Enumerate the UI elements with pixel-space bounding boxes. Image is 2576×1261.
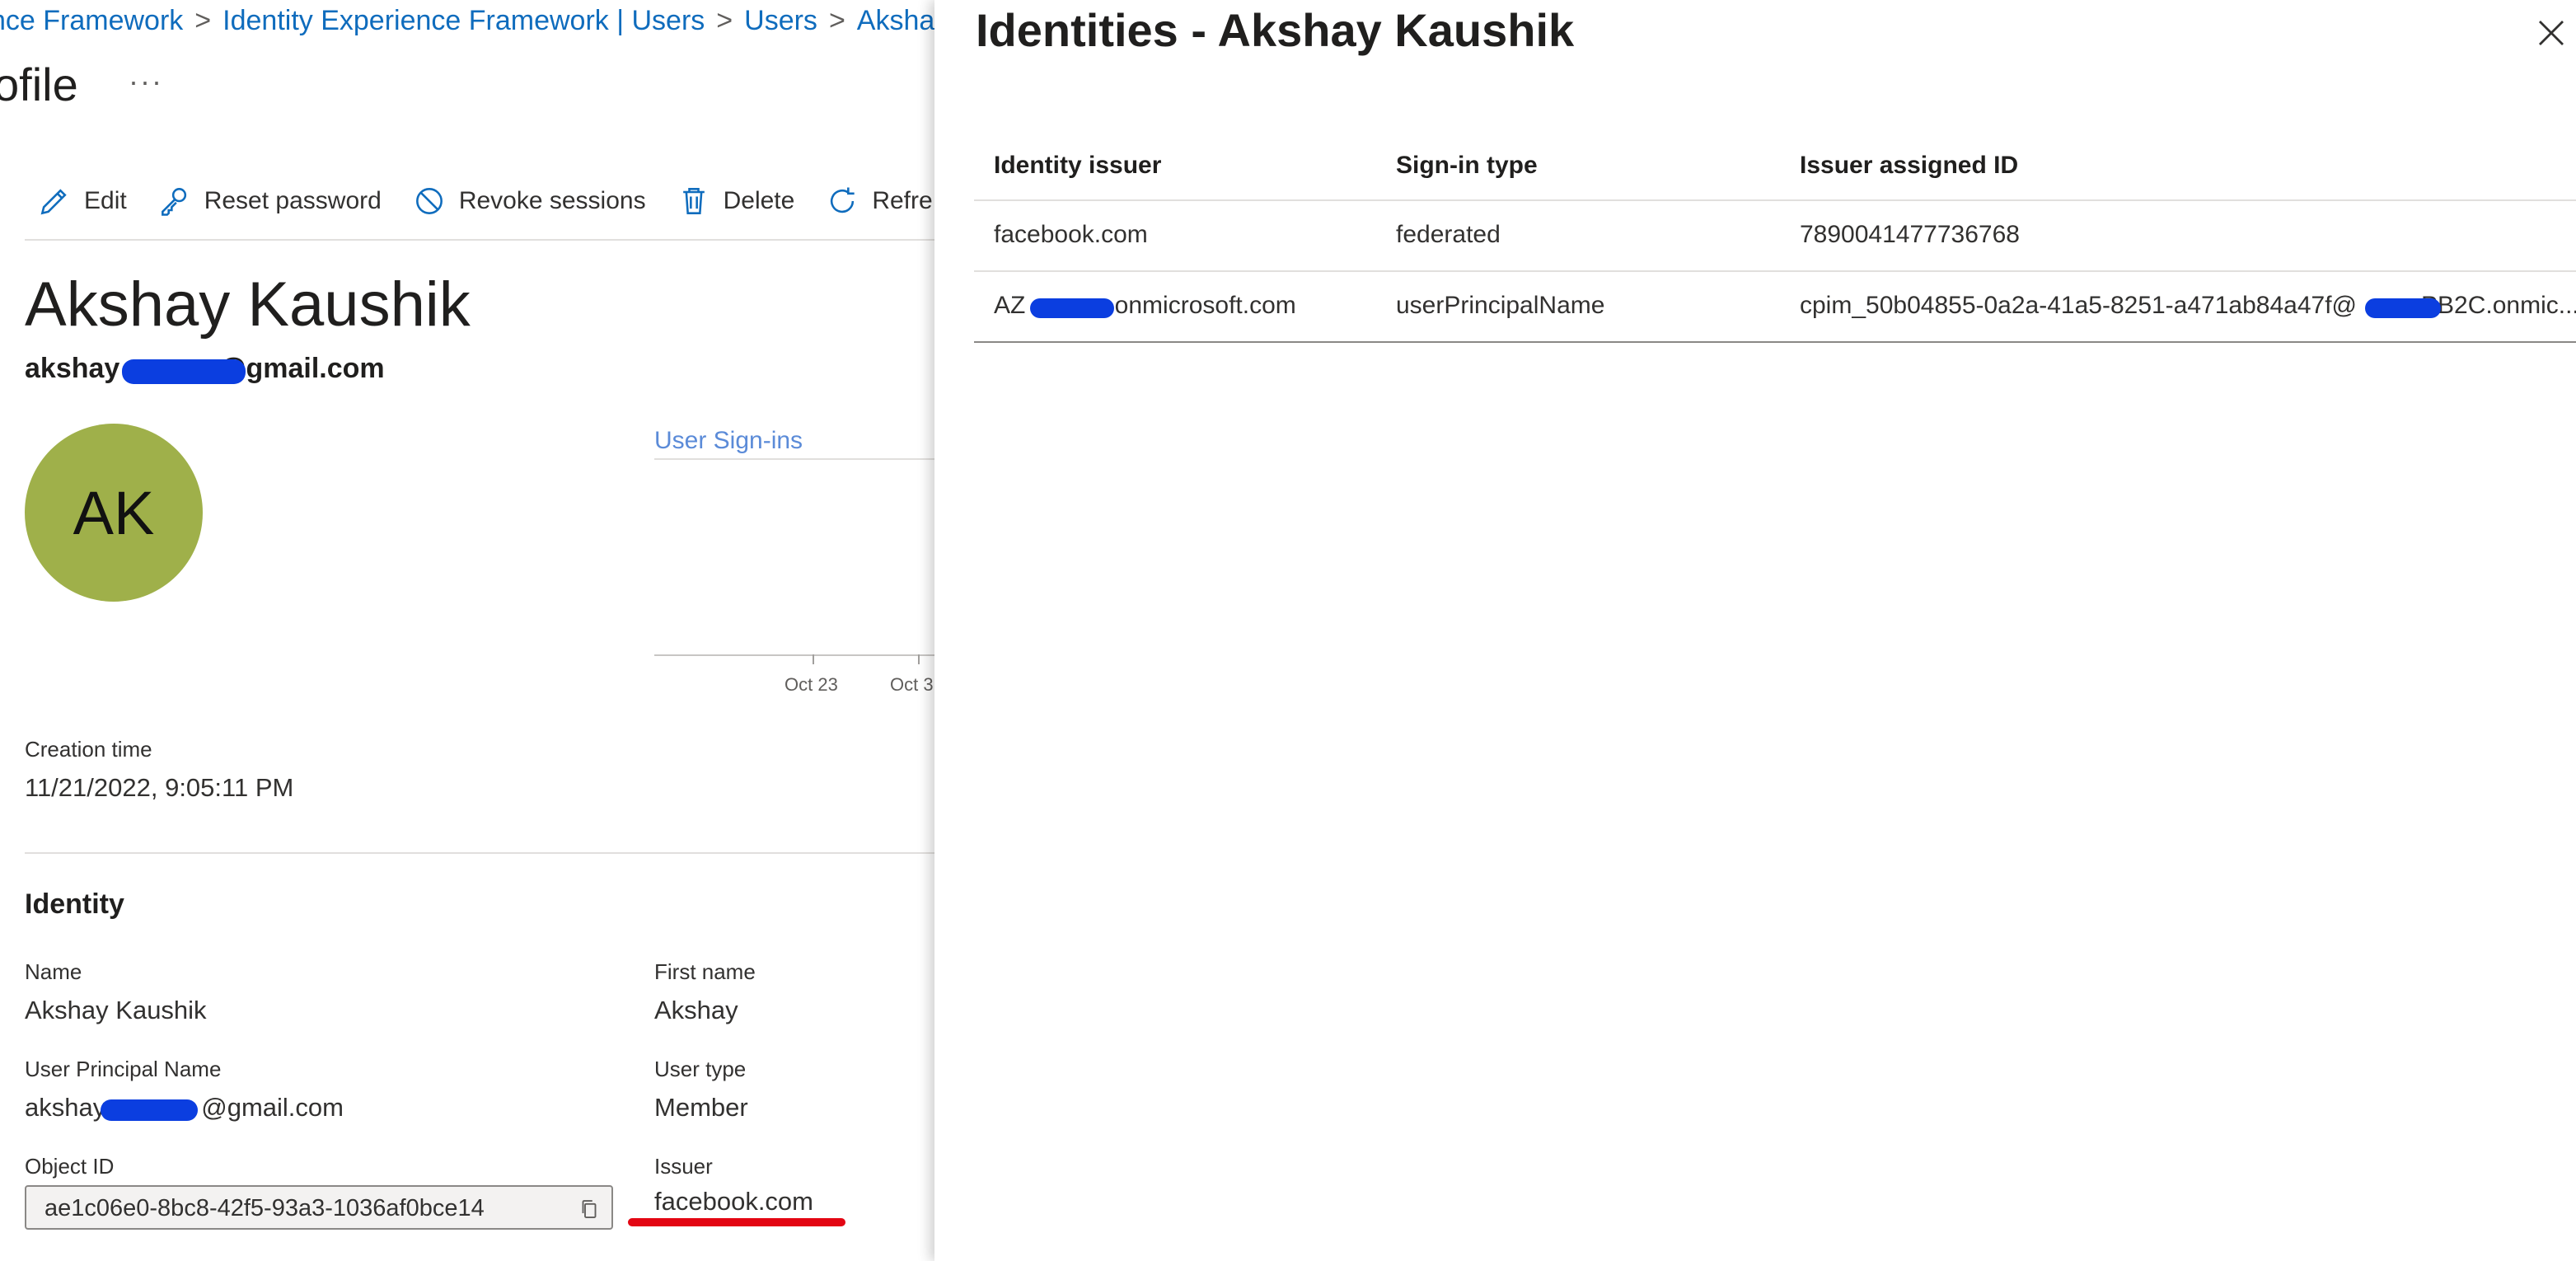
key-icon (161, 188, 186, 216)
breadcrumb-item-ief-users[interactable]: Identity Experience Framework | Users (222, 5, 705, 36)
breadcrumb-item-user[interactable]: Akshay (857, 5, 934, 36)
issuer-assigned-id-value: cpim_50b04855-0a2a-41a5-8251-a471ab84a47… (1800, 292, 2576, 320)
redaction-mark (1030, 298, 1114, 318)
table-row: AZ .onmicrosoft.com userPrincipalName cpi… (974, 271, 2576, 343)
breadcrumb-separator: > (828, 5, 845, 36)
creation-time-value: 11/21/2022, 9:05:11 PM (25, 773, 294, 802)
chart-tick-label: Oct 23 (785, 674, 838, 695)
issuer-link[interactable]: facebook.com (654, 1187, 813, 1216)
column-header-identity-issuer: Identity issuer (974, 140, 1376, 201)
copy-icon[interactable] (577, 1197, 602, 1221)
table-header-row: Identity issuer Sign-in type Issuer assi… (974, 140, 2576, 201)
object-id-value: ae1c06e0-8bc8-42f5-93a3-1036af0bce14 (44, 1195, 485, 1221)
first-name-label: First name (654, 959, 756, 984)
breadcrumb: nce Framework > Identity Experience Framew… (0, 5, 934, 37)
first-name-value: Akshay (654, 996, 738, 1024)
command-bar: Edit Reset password Revoke sessions Dele… (36, 183, 934, 219)
breadcrumb-separator: > (716, 5, 733, 36)
issuer-assigned-id-cell: cpim_50b04855-0a2a-41a5-8251-a471ab84a47… (1780, 271, 2576, 343)
user-email-prefix: akshay (25, 353, 120, 384)
table-row: facebook.com federated 7890041477736768 (974, 200, 2576, 272)
avatar-initials: AK (73, 478, 155, 547)
redaction-mark (2365, 298, 2441, 318)
refresh-icon (831, 187, 855, 213)
object-id-label: Object ID (25, 1154, 115, 1179)
more-options-button[interactable]: ··· (129, 64, 163, 99)
assigned-id-prefix: cpim_50b04855-0a2a-41a5-8251-a471ab84a47… (1800, 292, 2357, 319)
signins-chart-axis (654, 654, 934, 656)
name-label: Name (25, 959, 82, 984)
identity-issuer-cell: facebook.com (974, 200, 1376, 272)
sign-in-type-cell: userPrincipalName (1376, 271, 1780, 343)
block-icon (415, 188, 443, 214)
edit-button[interactable]: Edit (36, 183, 127, 219)
user-profile-page: nce Framework > Identity Experience Framew… (0, 0, 934, 1261)
issuer-assigned-id-cell: 7890041477736768 (1780, 200, 2576, 272)
creation-time-label: Creation time (25, 737, 152, 762)
chart-tick (813, 654, 814, 664)
upn-suffix: @gmail.com (201, 1093, 344, 1122)
refresh-label: Refre (872, 187, 933, 214)
issuer-suffix: .onmicrosoft.com (1108, 292, 1296, 319)
object-id-field[interactable]: ae1c06e0-8bc8-42f5-93a3-1036af0bce14 (25, 1185, 613, 1230)
chart-tick-label: Oct 3 (890, 674, 934, 695)
identities-table: Identity issuer Sign-in type Issuer assi… (974, 140, 2576, 343)
chart-tick (918, 654, 920, 664)
avatar: AK (25, 424, 203, 602)
section-divider (25, 852, 934, 854)
identity-section-title: Identity (25, 888, 124, 920)
pencil-icon (40, 189, 67, 215)
user-display-name: Akshay Kaushik (25, 270, 471, 340)
redaction-mark (101, 1099, 198, 1121)
name-value: Akshay Kaushik (25, 996, 207, 1024)
user-signins-link[interactable]: User Sign-ins (654, 427, 803, 455)
refresh-button[interactable]: Refre (824, 183, 933, 219)
user-type-value: Member (654, 1093, 748, 1122)
close-icon[interactable] (2532, 13, 2571, 53)
delete-button[interactable]: Delete (676, 183, 795, 219)
breadcrumb-item-users[interactable]: Users (744, 5, 817, 36)
breadcrumb-separator: > (194, 5, 212, 36)
trash-icon (682, 188, 705, 214)
revoke-sessions-button[interactable]: Revoke sessions (411, 183, 646, 219)
assigned-id-suffix: PB2C.onmic... (2421, 292, 2576, 319)
toolbar-divider (25, 239, 934, 241)
reset-password-button[interactable]: Reset password (157, 183, 382, 219)
sign-in-type-cell: federated (1376, 200, 1780, 272)
breadcrumb-item-framework[interactable]: nce Framework (0, 5, 183, 36)
column-header-sign-in-type: Sign-in type (1376, 140, 1780, 201)
edit-label: Edit (84, 187, 127, 214)
column-header-issuer-assigned-id: Issuer assigned ID (1780, 140, 2576, 201)
identity-issuer-cell: AZ .onmicrosoft.com (974, 271, 1376, 343)
issuer-label: Issuer (654, 1154, 713, 1179)
delete-label: Delete (723, 187, 795, 214)
revoke-sessions-label: Revoke sessions (458, 187, 646, 214)
identity-issuer-value: AZ .onmicrosoft.com (994, 292, 1296, 320)
reset-password-label: Reset password (204, 187, 382, 214)
identities-panel: Identities - Akshay Kaushik Identity iss… (934, 0, 2576, 1261)
issuer-prefix: AZ (994, 292, 1026, 319)
signins-chart-top-border (654, 458, 934, 460)
redaction-mark (122, 359, 246, 384)
page-title: ofile (0, 59, 78, 110)
upn-prefix: akshay (25, 1093, 106, 1122)
user-type-label: User type (654, 1057, 747, 1081)
upn-label: User Principal Name (25, 1057, 222, 1081)
panel-title: Identities - Akshay Kaushik (976, 4, 1575, 56)
red-highlight-underline (628, 1218, 845, 1226)
